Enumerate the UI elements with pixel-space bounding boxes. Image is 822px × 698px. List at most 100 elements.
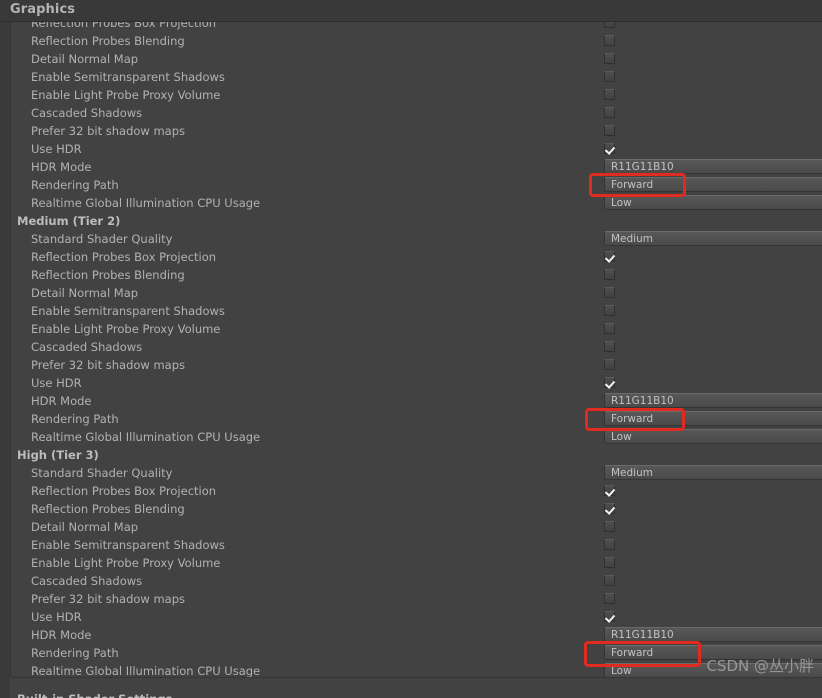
settings-row: Enable Semitransparent Shadows [11, 68, 822, 86]
settings-row: Detail Normal Map [11, 50, 822, 68]
settings-row: Rendering Path Forward [11, 644, 822, 662]
settings-row: Cascaded Shadows [11, 572, 822, 590]
left-gutter-strip [0, 22, 10, 698]
setting-checkbox[interactable] [604, 359, 615, 370]
setting-dropdown[interactable]: Medium [604, 465, 822, 480]
setting-dropdown[interactable]: R11G11B10 [604, 393, 822, 408]
setting-checkbox[interactable] [604, 305, 615, 316]
settings-row: Realtime Global Illumination CPU Usage Lo… [11, 428, 822, 446]
settings-row: Rendering Path Forward [11, 410, 822, 428]
settings-row: Use HDR [11, 374, 822, 392]
setting-checkbox[interactable] [604, 557, 615, 568]
setting-checkbox[interactable] [604, 539, 615, 550]
setting-label: HDR Mode [31, 394, 92, 408]
setting-label: Rendering Path [31, 646, 119, 660]
setting-checkbox[interactable] [604, 377, 615, 388]
settings-row: HDR Mode R11G11B10 [11, 392, 822, 410]
setting-checkbox[interactable] [604, 89, 615, 100]
setting-checkbox[interactable] [604, 593, 615, 604]
setting-label: Enable Light Probe Proxy Volume [31, 88, 221, 102]
setting-dropdown[interactable]: Forward [604, 411, 822, 426]
setting-dropdown[interactable]: Medium [604, 231, 822, 246]
setting-label: Prefer 32 bit shadow maps [31, 592, 186, 606]
setting-checkbox[interactable] [604, 503, 615, 514]
setting-label: Cascaded Shadows [31, 574, 143, 588]
settings-row: HDR Mode R11G11B10 [11, 158, 822, 176]
setting-checkbox[interactable] [604, 611, 615, 622]
graphics-settings-window: Graphics Reflection Probes Box Projectio… [0, 0, 822, 698]
settings-row: Cascaded Shadows [11, 338, 822, 356]
group-label: Built-in Shader Settings [17, 691, 172, 698]
setting-label: Rendering Path [31, 412, 119, 426]
dropdown-value: Forward [611, 413, 654, 425]
setting-dropdown[interactable]: R11G11B10 [604, 627, 822, 642]
setting-label: Reflection Probes Box Projection [31, 250, 217, 264]
setting-checkbox[interactable] [604, 22, 615, 28]
setting-checkbox[interactable] [604, 53, 615, 64]
setting-checkbox[interactable] [604, 107, 615, 118]
settings-row: Standard Shader Quality Medium [11, 230, 822, 248]
setting-label: Rendering Path [31, 178, 119, 192]
settings-row: Cascaded Shadows [11, 104, 822, 122]
setting-checkbox[interactable] [604, 485, 615, 496]
setting-dropdown[interactable]: Low [604, 195, 822, 210]
setting-checkbox[interactable] [604, 323, 615, 334]
dropdown-value: R11G11B10 [611, 395, 674, 407]
setting-checkbox[interactable] [604, 125, 615, 136]
settings-row: Enable Light Probe Proxy Volume [11, 86, 822, 104]
setting-label: Detail Normal Map [31, 520, 139, 534]
setting-label: HDR Mode [31, 160, 92, 174]
setting-checkbox[interactable] [604, 251, 615, 262]
setting-label: Detail Normal Map [31, 286, 139, 300]
dropdown-value: Medium [611, 233, 653, 245]
group-label: Medium (Tier 2) [17, 214, 121, 228]
dropdown-value: Medium [611, 467, 653, 479]
settings-row: Realtime Global Illumination CPU Usage Lo… [11, 194, 822, 212]
settings-row: Prefer 32 bit shadow maps [11, 356, 822, 374]
setting-checkbox[interactable] [604, 341, 615, 352]
settings-row: Use HDR [11, 608, 822, 626]
setting-dropdown[interactable]: Forward [604, 177, 822, 192]
group-label: High (Tier 3) [17, 448, 99, 462]
setting-checkbox[interactable] [604, 287, 615, 298]
setting-label: Use HDR [31, 142, 82, 156]
page-title: Graphics [10, 2, 76, 17]
setting-checkbox[interactable] [604, 35, 615, 46]
setting-label: Prefer 32 bit shadow maps [31, 358, 186, 372]
window-titlebar: Graphics [0, 0, 822, 22]
tier-header-row: Medium (Tier 2) [11, 212, 822, 230]
setting-dropdown[interactable]: Low [604, 429, 822, 444]
setting-label: Enable Semitransparent Shadows [31, 538, 225, 552]
setting-checkbox[interactable] [604, 71, 615, 82]
settings-row: Detail Normal Map [11, 518, 822, 536]
setting-checkbox[interactable] [604, 143, 615, 154]
settings-row: HDR Mode R11G11B10 [11, 626, 822, 644]
setting-checkbox[interactable] [604, 575, 615, 586]
setting-dropdown[interactable]: R11G11B10 [604, 159, 822, 174]
settings-row: Reflection Probes Box Projection [11, 22, 822, 32]
settings-row: Reflection Probes Box Projection [11, 248, 822, 266]
settings-row: Prefer 32 bit shadow maps [11, 590, 822, 608]
dropdown-value: Low [611, 665, 632, 677]
setting-label: Reflection Probes Blending [31, 34, 185, 48]
setting-label: Reflection Probes Blending [31, 502, 185, 516]
setting-checkbox[interactable] [604, 269, 615, 280]
setting-label: Reflection Probes Blending [31, 268, 185, 282]
setting-label: Cascaded Shadows [31, 106, 143, 120]
setting-label: Detail Normal Map [31, 52, 139, 66]
setting-checkbox[interactable] [604, 521, 615, 532]
dropdown-value: R11G11B10 [611, 161, 674, 173]
setting-label: Cascaded Shadows [31, 340, 143, 354]
settings-row: Enable Semitransparent Shadows [11, 302, 822, 320]
setting-label: Use HDR [31, 376, 82, 390]
dropdown-value: Low [611, 431, 632, 443]
settings-row: Prefer 32 bit shadow maps [11, 122, 822, 140]
settings-scroll-area[interactable]: Reflection Probes Box Projection Reflecti… [11, 22, 822, 698]
setting-label: Realtime Global Illumination CPU Usage [31, 430, 261, 444]
settings-row: Reflection Probes Blending [11, 32, 822, 50]
settings-row: Use HDR [11, 140, 822, 158]
settings-row: Reflection Probes Blending [11, 266, 822, 284]
dropdown-value: R11G11B10 [611, 629, 674, 641]
setting-label: Enable Light Probe Proxy Volume [31, 556, 221, 570]
setting-label: Enable Semitransparent Shadows [31, 304, 225, 318]
